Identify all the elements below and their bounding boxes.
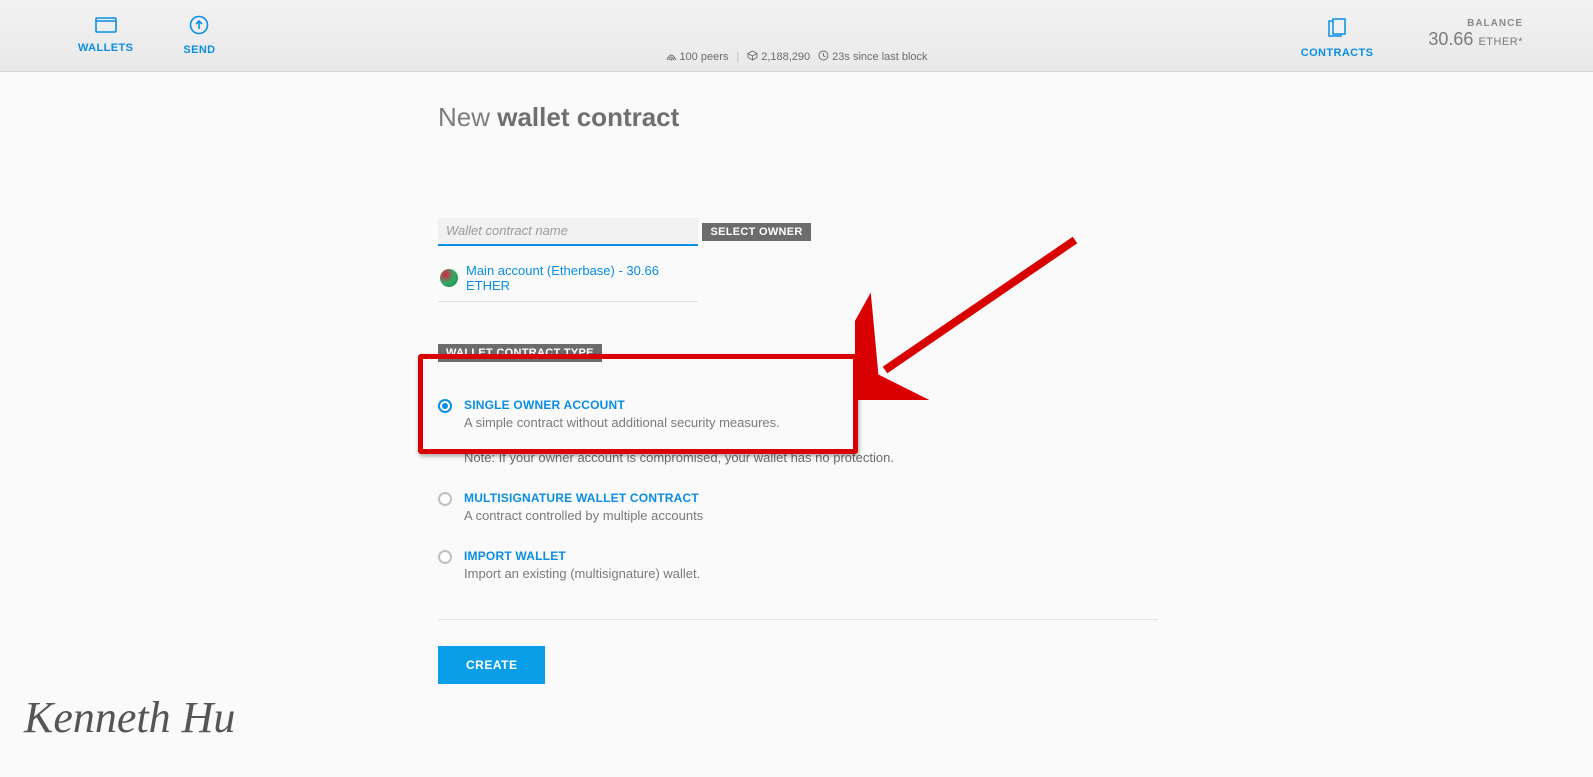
signal-icon xyxy=(665,50,676,64)
nav-right: CONTRACTS BALANCE 30.66 ETHER* xyxy=(1301,18,1523,59)
since-text: 23s since last block xyxy=(832,51,927,63)
separator: | xyxy=(736,51,739,63)
type-option-multisig[interactable]: MULTISIGNATURE WALLET CONTRACT A contrac… xyxy=(438,479,1593,537)
page-title: New wallet contract xyxy=(438,102,1593,133)
main-content: New wallet contract SELECT OWNER Main ac… xyxy=(0,72,1593,684)
type-option-import[interactable]: IMPORT WALLET Import an existing (multis… xyxy=(438,537,1593,595)
block-text: 2,188,290 xyxy=(761,51,810,63)
title-prefix: New xyxy=(438,102,497,132)
status-peers: 100 peers xyxy=(665,50,728,64)
contracts-icon xyxy=(1326,18,1348,44)
balance-label: BALANCE xyxy=(1428,18,1523,29)
balance-amount: 30.66 xyxy=(1428,29,1473,49)
nav-send-label: SEND xyxy=(183,44,215,56)
type-single-title: SINGLE OWNER ACCOUNT xyxy=(464,398,894,412)
type-import-desc: Import an existing (multisignature) wall… xyxy=(464,566,700,581)
status-block: 2,188,290 xyxy=(747,50,810,64)
type-multisig-title: MULTISIGNATURE WALLET CONTRACT xyxy=(464,491,703,505)
nav-left: WALLETS SEND xyxy=(78,15,216,56)
owner-dropdown[interactable]: Main account (Etherbase) - 30.66 ETHER xyxy=(438,255,698,302)
type-single-desc: A simple contract without additional sec… xyxy=(464,415,894,430)
status-bar: 100 peers | 2,188,290 23s since last blo… xyxy=(665,50,927,64)
peers-text: 100 peers xyxy=(679,51,728,63)
owner-avatar-icon xyxy=(440,269,458,287)
send-icon xyxy=(189,15,209,41)
balance-unit: ETHER* xyxy=(1478,36,1523,48)
type-list: SINGLE OWNER ACCOUNT A simple contract w… xyxy=(438,386,1593,595)
nav-contracts-label: CONTRACTS xyxy=(1301,47,1374,59)
radio-single[interactable] xyxy=(438,399,452,413)
radio-import[interactable] xyxy=(438,550,452,564)
owner-text: Main account (Etherbase) - 30.66 ETHER xyxy=(466,263,696,293)
type-import-body: IMPORT WALLET Import an existing (multis… xyxy=(464,549,700,581)
type-multisig-body: MULTISIGNATURE WALLET CONTRACT A contrac… xyxy=(464,491,703,523)
nav-wallets[interactable]: WALLETS xyxy=(78,15,133,56)
watermark: Kenneth Hu xyxy=(24,692,235,743)
clock-icon xyxy=(818,50,829,64)
wallet-type-label: WALLET CONTRACT TYPE xyxy=(438,344,602,362)
type-single-note: Note: If your owner account is compromis… xyxy=(464,450,894,465)
top-bar: WALLETS SEND 100 peers | 2,188,290 xyxy=(0,0,1593,72)
type-single-body: SINGLE OWNER ACCOUNT A simple contract w… xyxy=(464,398,894,465)
select-owner-label: SELECT OWNER xyxy=(702,223,810,241)
create-button[interactable]: CREATE xyxy=(438,646,545,684)
balance-block: BALANCE 30.66 ETHER* xyxy=(1428,18,1523,50)
type-multisig-desc: A contract controlled by multiple accoun… xyxy=(464,508,703,523)
cube-icon xyxy=(747,50,758,64)
type-import-title: IMPORT WALLET xyxy=(464,549,700,563)
status-since: 23s since last block xyxy=(818,50,927,64)
nav-contracts[interactable]: CONTRACTS xyxy=(1301,18,1374,59)
title-bold: wallet contract xyxy=(497,102,679,132)
balance-value: 30.66 ETHER* xyxy=(1428,29,1523,50)
wallet-icon xyxy=(95,15,117,39)
type-option-single[interactable]: SINGLE OWNER ACCOUNT A simple contract w… xyxy=(438,386,1593,479)
nav-wallets-label: WALLETS xyxy=(78,42,133,54)
wallet-name-input[interactable] xyxy=(438,218,698,246)
divider xyxy=(438,619,1158,620)
nav-send[interactable]: SEND xyxy=(183,15,215,56)
radio-multisig[interactable] xyxy=(438,492,452,506)
